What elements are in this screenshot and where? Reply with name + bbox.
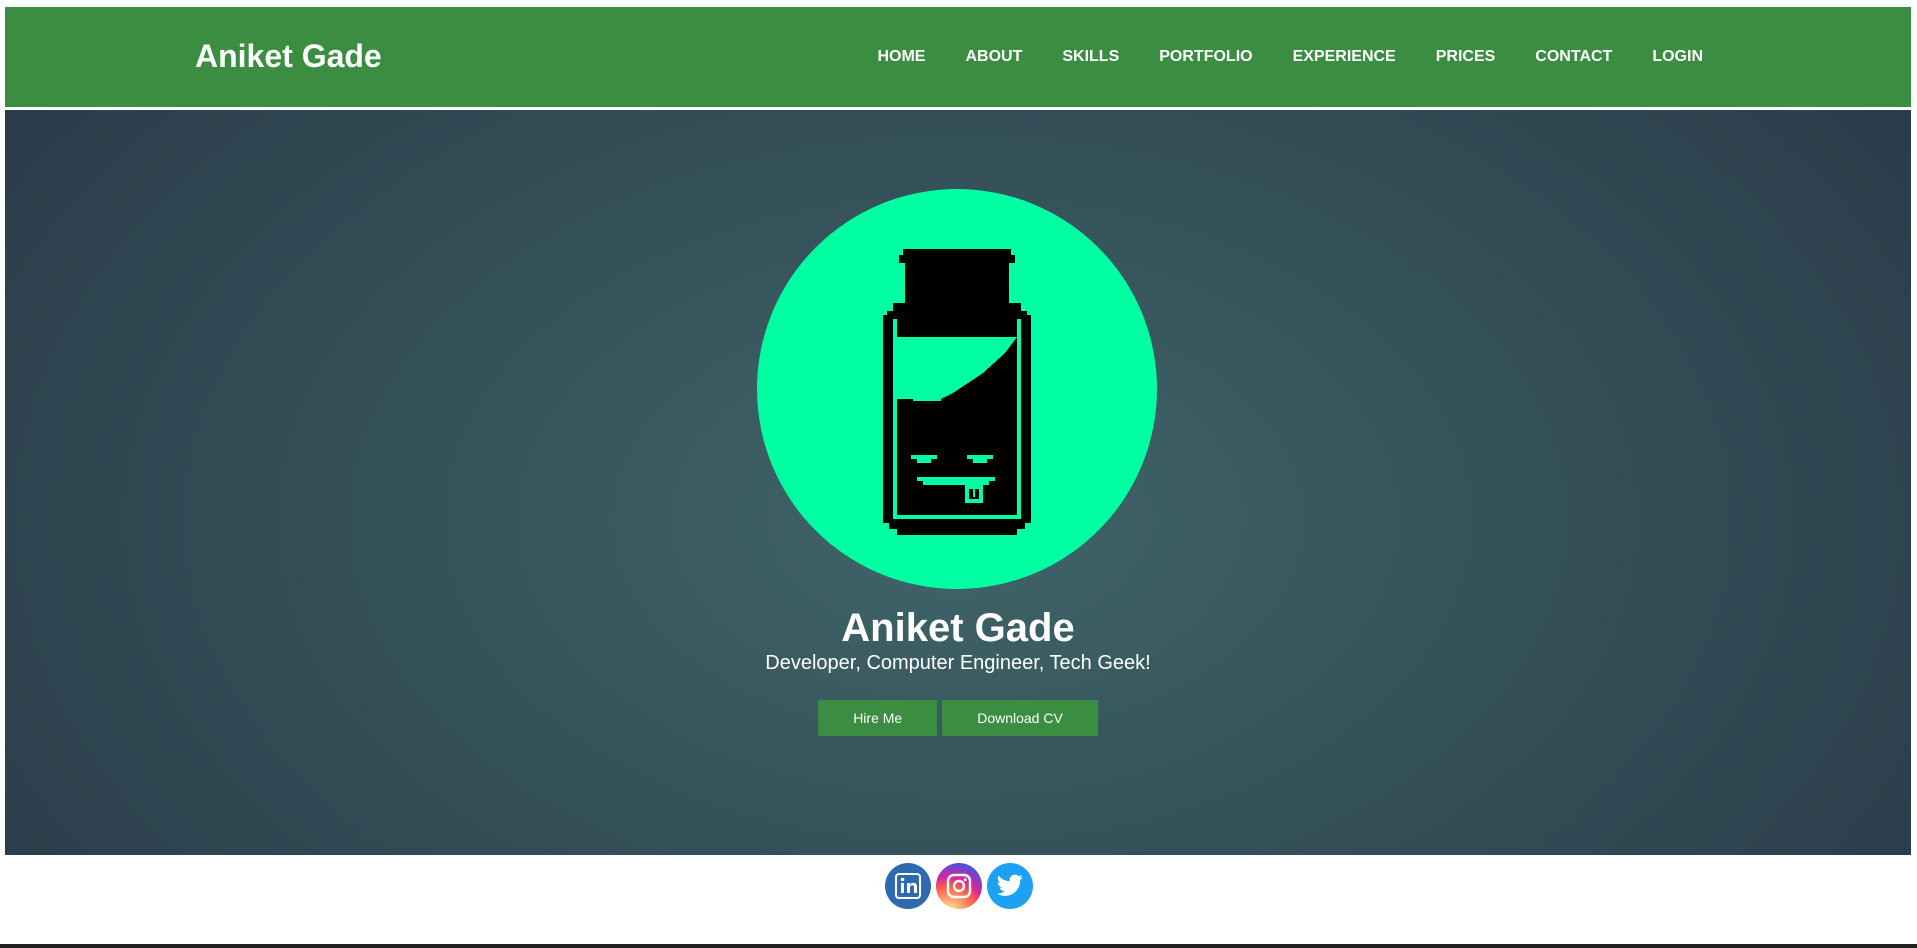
- nav-home[interactable]: HOME: [877, 47, 925, 67]
- hero-section: Aniket Gade Developer, Computer Engineer…: [5, 110, 1911, 855]
- pixel-jar-icon: [883, 249, 1031, 535]
- nav-prices[interactable]: PRICES: [1436, 47, 1496, 67]
- hero-buttons: Hire Me Download CV: [5, 700, 1911, 736]
- nav-portfolio[interactable]: PORTFOLIO: [1159, 47, 1252, 67]
- download-cv-button[interactable]: Download CV: [942, 700, 1098, 736]
- linkedin-icon[interactable]: [884, 863, 931, 909]
- nav-about[interactable]: ABOUT: [965, 47, 1022, 67]
- nav-contact[interactable]: CONTACT: [1535, 47, 1612, 67]
- social-links: [0, 863, 1917, 909]
- twitter-icon[interactable]: [986, 863, 1033, 909]
- bottom-border: [0, 944, 1917, 948]
- main-nav: HOME ABOUT SKILLS PORTFOLIO EXPERIENCE P…: [877, 47, 1703, 67]
- hero-name: Aniket Gade: [841, 606, 1075, 650]
- navbar: Aniket Gade HOME ABOUT SKILLS PORTFOLIO …: [5, 7, 1911, 107]
- nav-login[interactable]: LOGIN: [1652, 47, 1703, 67]
- instagram-icon[interactable]: [935, 863, 982, 909]
- nav-skills[interactable]: SKILLS: [1062, 47, 1119, 67]
- hire-me-button[interactable]: Hire Me: [818, 700, 938, 736]
- brand-logo[interactable]: Aniket Gade: [195, 36, 382, 76]
- hero-tagline: Developer, Computer Engineer, Tech Geek!: [765, 652, 1151, 674]
- avatar: [757, 189, 1157, 589]
- nav-experience[interactable]: EXPERIENCE: [1293, 47, 1396, 67]
